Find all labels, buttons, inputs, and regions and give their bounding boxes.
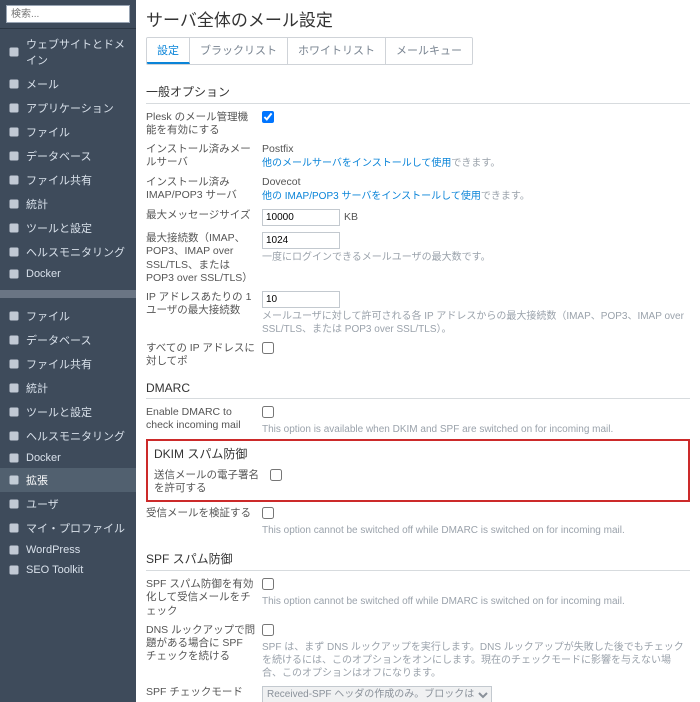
hint-spf-enable: This option cannot be switched off while… [262, 595, 690, 608]
sidebar-item[interactable]: Docker [0, 448, 136, 468]
search-input[interactable] [6, 5, 130, 23]
label-dmarc-enable: Enable DMARC to check incoming mail [146, 406, 262, 432]
input-per-conn[interactable] [262, 291, 340, 308]
page-title: サーバ全体のメール設定 [146, 6, 690, 31]
sidebar: ウェブサイトとドメインメールアプリケーションファイルデータベースファイル共有統計… [0, 0, 136, 702]
hint-max-conn: 一度にログインできるメールユーザの最大数です。 [262, 251, 690, 264]
sidebar-item[interactable]: SEO Toolkit [0, 560, 136, 580]
label-dkim-sign: 送信メールの電子署名を許可する [154, 469, 270, 495]
sidebar-item[interactable]: 統計 [0, 192, 136, 216]
checkbox-dkim-sign[interactable] [270, 469, 282, 481]
dkim-highlight-box: DKIM スパム防御 送信メールの電子署名を許可する [146, 439, 690, 502]
sidebar-item[interactable]: ツールと設定 [0, 400, 136, 424]
sidebar-item[interactable]: ヘルスモニタリング [0, 240, 136, 264]
hint-per-conn: メールユーザに対して許可される各 IP アドレスからの最大接続数（IMAP、PO… [262, 310, 690, 336]
label-enable-mail: Plesk のメール管理機能を有効にする [146, 111, 262, 137]
sidebar-item[interactable]: ウェブサイトとドメイン [0, 32, 136, 72]
tabs: 設定 ブラックリスト ホワイトリスト メールキュー [146, 37, 473, 65]
input-max-msg[interactable] [262, 209, 340, 226]
section-dmarc: DMARC [146, 377, 690, 399]
label-all-ip: すべての IP アドレスに対してポ [146, 342, 262, 368]
tab-blacklist[interactable]: ブラックリスト [190, 38, 288, 64]
label-per-conn: IP アドレスあたりの 1 ユーザの最大接続数 [146, 291, 262, 317]
sidebar-item[interactable]: ツールと設定 [0, 216, 136, 240]
sidebar-item[interactable]: ファイル共有 [0, 168, 136, 192]
hint-spf-continue: SPF は、まず DNS ルックアップを実行します。DNS ルックアップが失敗し… [262, 641, 690, 680]
sidebar-item[interactable]: 拡張 [0, 468, 136, 492]
tab-whitelist[interactable]: ホワイトリスト [288, 38, 386, 64]
label-dkim-verify: 受信メールを検証する [146, 507, 262, 520]
link-other-mailserver[interactable]: 他のメールサーバをインストールして使用 [262, 158, 451, 169]
tab-mailqueue[interactable]: メールキュー [386, 38, 472, 64]
label-spf-continue: DNS ルックアップで問題がある場合に SPF チェックを続ける [146, 624, 262, 663]
sidebar-item[interactable]: メール [0, 72, 136, 96]
sidebar-item[interactable]: ファイル [0, 120, 136, 144]
value-imapserver: Dovecot [262, 176, 690, 188]
link-other-imap[interactable]: 他の IMAP/POP3 サーバをインストールして使用 [262, 191, 481, 202]
sidebar-search [0, 0, 136, 29]
checkbox-dkim-verify[interactable] [262, 507, 274, 519]
section-dkim: DKIM スパム防御 [154, 445, 682, 462]
checkbox-spf-continue[interactable] [262, 624, 274, 636]
sidebar-divider [0, 290, 136, 298]
sidebar-item[interactable]: WordPress [0, 540, 136, 560]
hint-dmarc: This option is available when DKIM and S… [262, 423, 690, 436]
checkbox-dmarc-enable[interactable] [262, 406, 274, 418]
label-max-conn: 最大接続数（IMAP、POP3、IMAP over SSL/TLS、または PO… [146, 232, 262, 285]
checkbox-spf-enable[interactable] [262, 578, 274, 590]
label-imapserver: インストール済み IMAP/POP3 サーバ [146, 176, 262, 202]
sidebar-item[interactable]: マイ・プロファイル [0, 516, 136, 540]
sidebar-item[interactable]: データベース [0, 144, 136, 168]
value-mailserver: Postfix [262, 143, 690, 155]
hint-dkim-verify: This option cannot be switched off while… [262, 524, 690, 537]
label-mailserver: インストール済みメールサーバ [146, 143, 262, 169]
sidebar-item[interactable]: ファイル [0, 304, 136, 328]
section-general: 一般オプション [146, 79, 690, 104]
sidebar-item[interactable]: ファイル共有 [0, 352, 136, 376]
sidebar-item[interactable]: 統計 [0, 376, 136, 400]
input-max-conn[interactable] [262, 232, 340, 249]
unit-kb: KB [344, 211, 358, 223]
checkbox-all-ip[interactable] [262, 342, 274, 354]
label-spf-enable: SPF スパム防御を有効化して受信メールをチェック [146, 578, 262, 617]
label-spf-mode: SPF チェックモード [146, 686, 262, 699]
sidebar-item[interactable]: ユーザ [0, 492, 136, 516]
sidebar-item[interactable]: ヘルスモニタリング [0, 424, 136, 448]
sidebar-item[interactable]: データベース [0, 328, 136, 352]
tab-settings[interactable]: 設定 [147, 38, 190, 64]
checkbox-enable-mail[interactable] [262, 111, 274, 123]
main-content: サーバ全体のメール設定 設定 ブラックリスト ホワイトリスト メールキュー 一般… [136, 0, 700, 702]
label-max-msg: 最大メッセージサイズ [146, 209, 262, 222]
sidebar-item[interactable]: Docker [0, 264, 136, 284]
select-spf-mode[interactable]: Received-SPF ヘッダの作成のみ。ブロックはしない [262, 686, 492, 702]
sidebar-item[interactable]: アプリケーション [0, 96, 136, 120]
section-spf: SPF スパム防御 [146, 546, 690, 571]
